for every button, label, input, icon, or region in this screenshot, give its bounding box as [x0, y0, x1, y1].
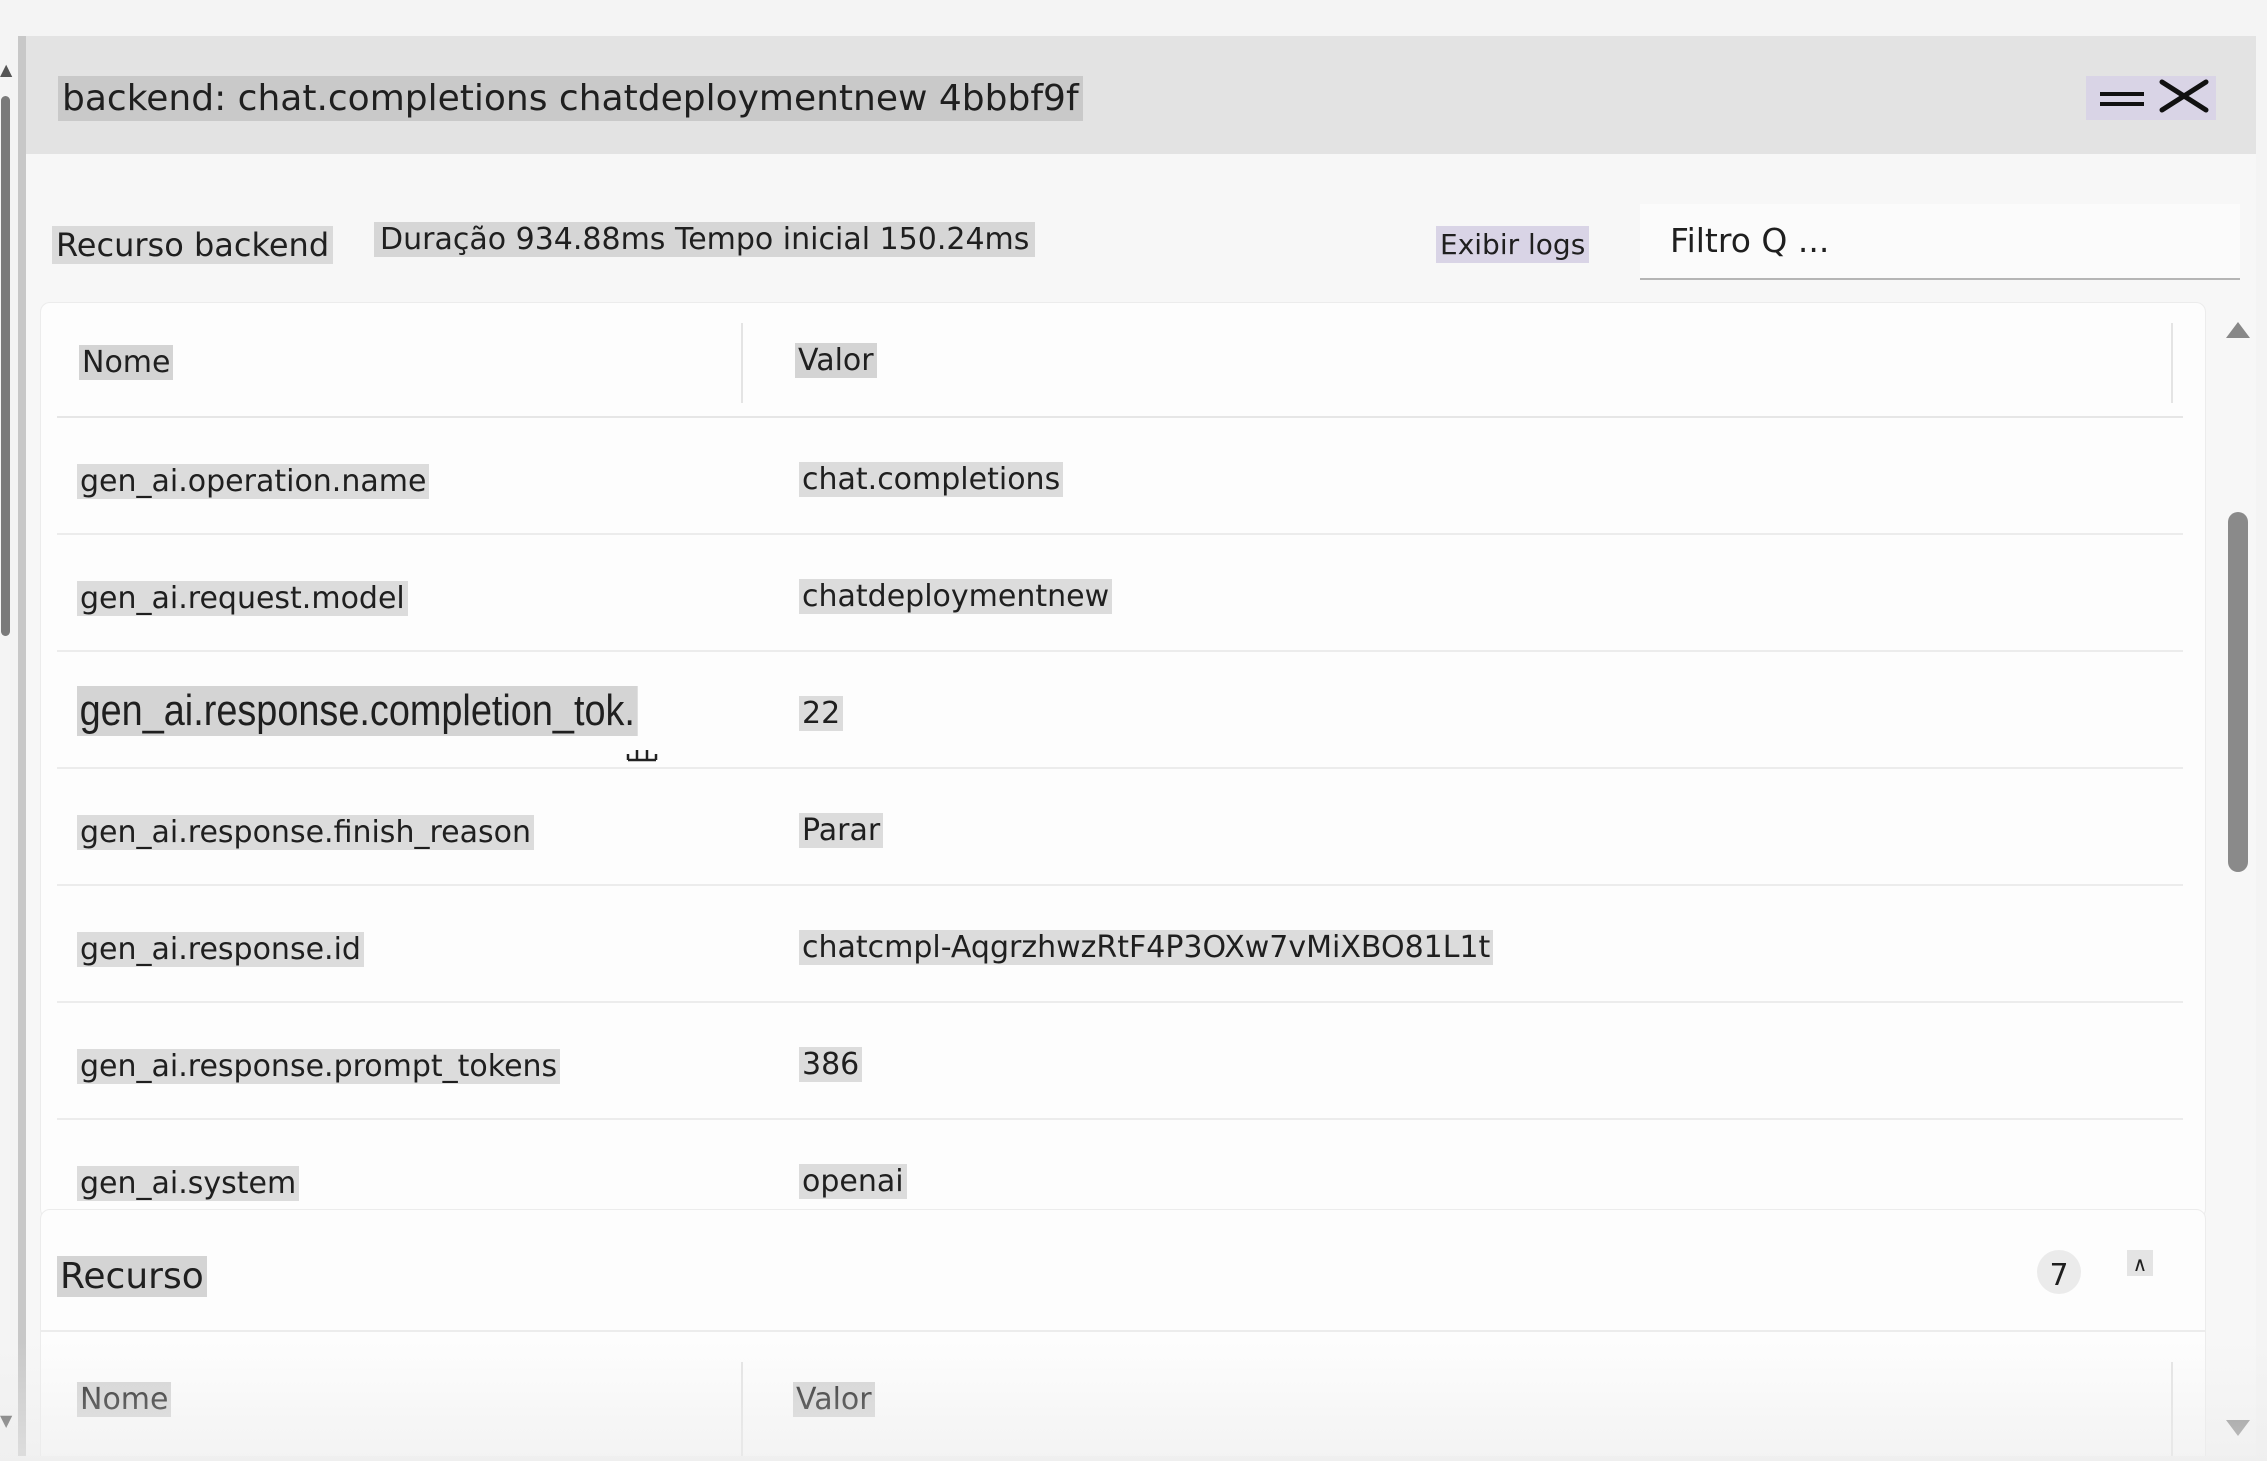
- attributes-table: Nome Valor gen_ai.operation.name chat.co…: [57, 303, 2183, 1235]
- table-header: Nome Valor: [57, 303, 2183, 418]
- column-header-value[interactable]: Valor: [795, 343, 877, 378]
- resource-count-badge: 7: [2037, 1250, 2081, 1294]
- close-icon[interactable]: [2156, 76, 2216, 120]
- attribute-value: Parar: [799, 813, 884, 848]
- filter-input[interactable]: [1640, 204, 2212, 276]
- window-controls: [2086, 76, 2216, 120]
- attribute-value: 386: [799, 1047, 863, 1082]
- dialog-title: backend: chat.completions chatdeployment…: [58, 76, 1083, 121]
- dialog-left-border: [18, 36, 26, 1456]
- attribute-value: chatcmpl-AqgrzhwzRtF4P3OXw7vMiXBO81L1t: [799, 930, 1494, 965]
- table-row[interactable]: gen_ai.response.finish_reason Parar: [57, 769, 2183, 886]
- collapse-chevron-icon[interactable]: ∧: [2127, 1250, 2153, 1276]
- attribute-value: 22: [799, 696, 844, 731]
- column-resize-handle[interactable]: [2171, 323, 2173, 403]
- attribute-name: gen_ai.response.finish_reason: [77, 815, 534, 850]
- column-header-value[interactable]: Valor: [793, 1382, 875, 1417]
- page-scrollbar[interactable]: ▲ ▼: [0, 60, 12, 1430]
- scroll-down-arrow-icon[interactable]: [2226, 1420, 2250, 1436]
- resource-section-title: Recurso: [57, 1256, 207, 1297]
- duration-text: Duração 934.88ms Tempo inicial 150.24ms: [374, 222, 1036, 257]
- resource-section: Recurso 7 ∧ Nome Valor: [40, 1209, 2206, 1456]
- span-details-dialog: backend: chat.completions chatdeployment…: [26, 36, 2256, 1456]
- trace-details-page: ▲ ▼ backend: chat.completions chatdeploy…: [0, 0, 2267, 1461]
- attribute-value: chat.completions: [799, 462, 1064, 497]
- filter-box: [1640, 204, 2240, 280]
- attribute-value: openai: [799, 1164, 907, 1199]
- table-row[interactable]: gen_ai.response.completion_tok. 22: [57, 652, 2183, 769]
- dialog-titlebar: backend: chat.completions chatdeployment…: [26, 36, 2256, 154]
- table-row[interactable]: gen_ai.request.model chatdeploymentnew: [57, 535, 2183, 652]
- resource-label: Recurso backend: [52, 226, 334, 264]
- dialog-scrollbar[interactable]: [2216, 302, 2256, 1452]
- table-row[interactable]: gen_ai.operation.name chat.completions: [57, 418, 2183, 535]
- resource-table-header: Nome Valor: [41, 1332, 2205, 1456]
- attribute-name: gen_ai.response.id: [77, 932, 364, 967]
- column-header-name[interactable]: Nome: [79, 345, 174, 380]
- attribute-value: chatdeploymentnew: [799, 579, 1113, 614]
- scroll-up-icon[interactable]: ▲: [0, 60, 12, 79]
- attribute-name: gen_ai.operation.name: [77, 464, 430, 499]
- column-resize-handle[interactable]: [741, 1362, 743, 1456]
- attributes-card: Nome Valor gen_ai.operation.name chat.co…: [40, 302, 2206, 1219]
- attribute-name: gen_ai.response.prompt_tokens: [77, 1049, 561, 1084]
- close-icon-glyph: [2159, 79, 2209, 113]
- table-row[interactable]: gen_ai.response.id chatcmpl-AqgrzhwzRtF4…: [57, 886, 2183, 1003]
- scroll-up-arrow-icon[interactable]: [2226, 322, 2250, 338]
- attribute-name: gen_ai.response.completion_tok.: [77, 686, 638, 736]
- page-scrollbar-thumb[interactable]: [1, 96, 10, 636]
- column-header-name[interactable]: Nome: [77, 1382, 172, 1417]
- span-info-bar: Recurso backend Duração 934.88ms Tempo i…: [26, 154, 2256, 302]
- scroll-down-icon[interactable]: ▼: [0, 1411, 12, 1430]
- minimize-icon[interactable]: [2090, 78, 2150, 118]
- attribute-name: gen_ai.request.model: [77, 581, 408, 616]
- attribute-name: gen_ai.system: [77, 1166, 300, 1201]
- column-resize-handle[interactable]: [741, 323, 743, 403]
- resize-cursor-icon: [626, 750, 658, 762]
- column-resize-handle[interactable]: [2171, 1362, 2173, 1456]
- view-logs-link[interactable]: Exibir logs: [1436, 226, 1590, 263]
- resource-section-header[interactable]: Recurso 7 ∧: [41, 1210, 2205, 1332]
- dialog-scrollbar-thumb[interactable]: [2228, 512, 2248, 872]
- table-row[interactable]: gen_ai.response.prompt_tokens 386: [57, 1003, 2183, 1120]
